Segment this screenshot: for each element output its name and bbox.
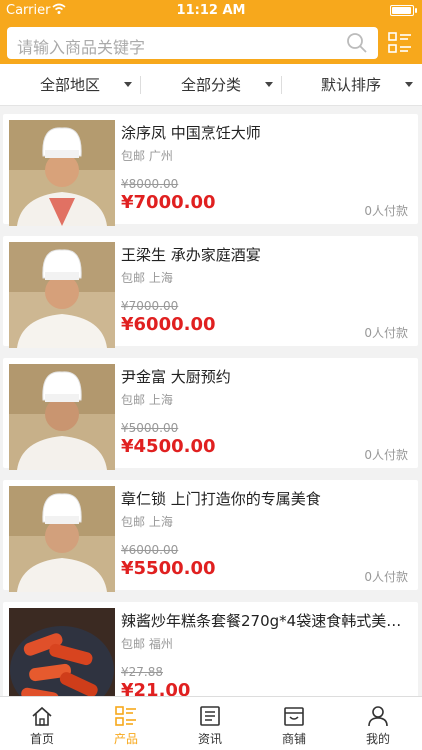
chevron-down-icon bbox=[265, 82, 273, 87]
top-header: Carrier 11:12 AM 请输入商品关键字 bbox=[0, 0, 422, 64]
tab-home-label: 首页 bbox=[29, 732, 54, 746]
chevron-down-icon bbox=[124, 82, 132, 87]
chef-portrait-image bbox=[9, 486, 115, 592]
status-bar: Carrier 11:12 AM bbox=[0, 0, 422, 22]
original-price: ¥27.88 bbox=[121, 665, 163, 679]
news-icon bbox=[200, 706, 220, 726]
product-title: 章仁锁 上门打造你的专属美食 bbox=[121, 490, 321, 508]
filter-region-label: 全部地区 bbox=[40, 76, 101, 94]
original-price: ¥8000.00 bbox=[121, 177, 179, 191]
battery-icon bbox=[390, 5, 417, 16]
original-price: ¥5000.00 bbox=[121, 421, 179, 435]
sale-price: ¥4500.00 bbox=[121, 436, 216, 457]
paid-count: 0人付款 bbox=[364, 204, 408, 218]
product-card[interactable]: 涂序凤 中国烹饪大师 包邮 广州 ¥8000.00 ¥7000.00 0人付款 bbox=[3, 114, 418, 226]
product-location: 包邮 上海 bbox=[121, 515, 173, 529]
product-card[interactable]: 尹金富 大厨预约 包邮 上海 ¥5000.00 ¥4500.00 0人付款 bbox=[3, 358, 418, 470]
paid-count: 0人付款 bbox=[364, 570, 408, 584]
filter-sort-label: 默认排序 bbox=[321, 76, 382, 94]
tab-shop[interactable]: 商铺 bbox=[252, 697, 336, 750]
tab-news[interactable]: 资讯 bbox=[168, 697, 252, 750]
category-menu-icon[interactable] bbox=[388, 31, 412, 55]
product-location: 包邮 福州 bbox=[121, 637, 173, 651]
tab-home[interactable]: 首页 bbox=[0, 697, 84, 750]
sale-price: ¥7000.00 bbox=[121, 192, 216, 213]
product-location: 包邮 上海 bbox=[121, 271, 173, 285]
filter-bar: 全部地区 全部分类 默认排序 bbox=[0, 64, 422, 106]
product-card[interactable]: 章仁锁 上门打造你的专属美食 包邮 上海 ¥6000.00 ¥5500.00 0… bbox=[3, 480, 418, 592]
search-input[interactable]: 请输入商品关键字 bbox=[7, 27, 378, 59]
product-location: 包邮 上海 bbox=[121, 393, 173, 407]
tab-news-label: 资讯 bbox=[197, 732, 222, 746]
battery-level bbox=[392, 7, 411, 14]
chef-portrait-image bbox=[9, 364, 115, 470]
product-title: 涂序凤 中国烹饪大师 bbox=[121, 124, 261, 142]
product-card[interactable]: 辣酱炒年糕条套餐270g*4袋速食韩式美… 包邮 福州 ¥27.88 ¥21.0… bbox=[3, 602, 418, 696]
product-title: 辣酱炒年糕条套餐270g*4袋速食韩式美… bbox=[121, 612, 402, 630]
original-price: ¥6000.00 bbox=[121, 543, 179, 557]
product-title: 王梁生 承办家庭酒宴 bbox=[121, 246, 261, 264]
shop-icon bbox=[284, 707, 304, 726]
bottom-tab-bar: 首页 产品 资讯 商铺 我的 bbox=[0, 696, 422, 750]
tab-products[interactable]: 产品 bbox=[84, 697, 168, 750]
divider bbox=[140, 76, 141, 94]
sale-price: ¥6000.00 bbox=[121, 314, 216, 335]
filter-region[interactable]: 全部地区 bbox=[40, 64, 140, 106]
home-icon bbox=[32, 706, 52, 726]
product-title: 尹金富 大厨预约 bbox=[121, 368, 231, 386]
rice-cake-dish-image bbox=[9, 608, 115, 696]
chef-portrait-image bbox=[9, 242, 115, 348]
chevron-down-icon bbox=[405, 82, 413, 87]
divider bbox=[281, 76, 282, 94]
filter-category-label: 全部分类 bbox=[181, 76, 242, 94]
tab-me-label: 我的 bbox=[365, 732, 390, 746]
sale-price: ¥5500.00 bbox=[121, 558, 216, 579]
product-location: 包邮 广州 bbox=[121, 149, 173, 163]
tab-shop-label: 商铺 bbox=[281, 732, 306, 746]
tab-products-label: 产品 bbox=[113, 732, 138, 746]
tab-me[interactable]: 我的 bbox=[336, 697, 420, 750]
sale-price: ¥21.00 bbox=[121, 680, 191, 696]
search-placeholder: 请输入商品关键字 bbox=[17, 38, 146, 57]
chef-portrait-image bbox=[9, 120, 115, 226]
filter-sort[interactable]: 默认排序 bbox=[321, 64, 421, 106]
user-icon bbox=[368, 706, 388, 727]
product-card[interactable]: 王梁生 承办家庭酒宴 包邮 上海 ¥7000.00 ¥6000.00 0人付款 bbox=[3, 236, 418, 348]
search-icon[interactable] bbox=[346, 32, 368, 54]
filter-category[interactable]: 全部分类 bbox=[181, 64, 281, 106]
paid-count: 0人付款 bbox=[364, 448, 408, 462]
product-list: 涂序凤 中国烹饪大师 包邮 广州 ¥8000.00 ¥7000.00 0人付款 … bbox=[0, 106, 422, 696]
original-price: ¥7000.00 bbox=[121, 299, 179, 313]
grid-list-icon bbox=[115, 706, 136, 726]
status-time: 11:12 AM bbox=[176, 3, 246, 18]
paid-count: 0人付款 bbox=[364, 326, 408, 340]
